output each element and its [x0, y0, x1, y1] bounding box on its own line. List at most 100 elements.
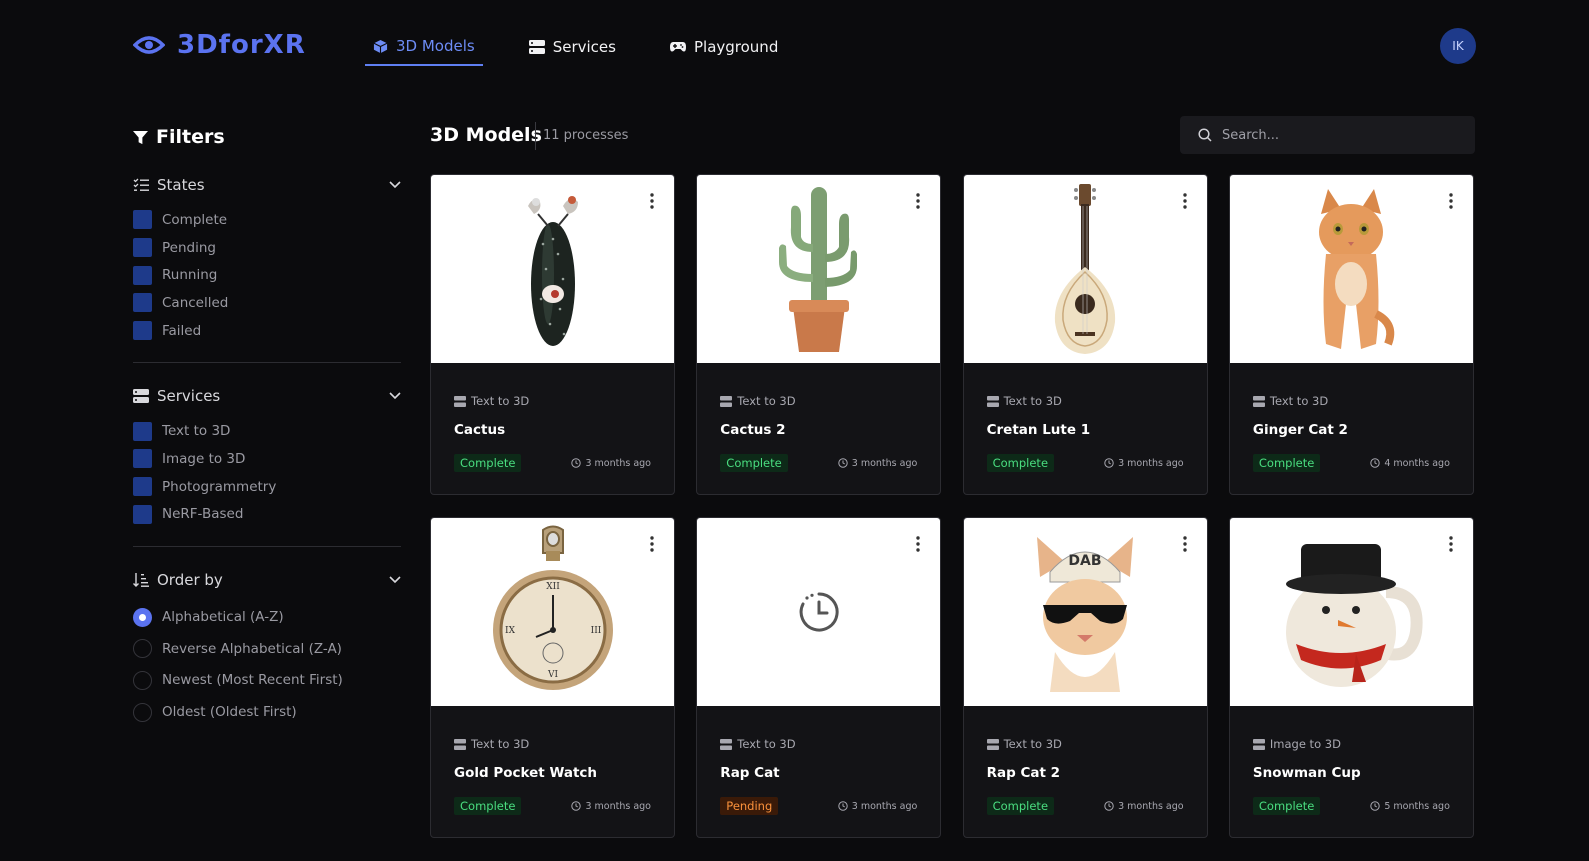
order-option-oldest[interactable]: Oldest (Oldest First): [133, 696, 401, 728]
model-card[interactable]: Image to 3D Snowman Cup Complete 5 month…: [1228, 517, 1474, 838]
state-option-pending[interactable]: Pending: [133, 234, 401, 262]
app-root: 3DforXR 3D Models Services Playground IK…: [0, 0, 1589, 861]
clock-icon: [571, 801, 582, 811]
states-title: States: [157, 176, 205, 194]
filters-heading: Filters: [133, 126, 401, 148]
status-badge: Complete: [986, 797, 1055, 815]
state-option-failed[interactable]: Failed: [133, 317, 401, 345]
more-vertical-icon[interactable]: [1182, 536, 1187, 552]
radio[interactable]: [133, 702, 152, 722]
search-box[interactable]: [1180, 116, 1475, 154]
main-nav: 3D Models Services Playground: [365, 28, 824, 66]
model-name: Ginger Cat 2: [1252, 422, 1348, 438]
model-card[interactable]: Text to 3D Cactus 2 Complete 3 months ag…: [696, 174, 942, 495]
option-label: Oldest (Oldest First): [162, 704, 297, 721]
radio[interactable]: [133, 639, 152, 659]
server-icon: [454, 395, 466, 407]
radio[interactable]: [133, 670, 152, 690]
nav-label: Services: [552, 38, 616, 56]
state-option-running[interactable]: Running: [133, 261, 401, 289]
more-vertical-icon[interactable]: [916, 193, 920, 209]
service-option-image-to-3d[interactable]: Image to 3D: [133, 445, 401, 473]
ginger-cat-image: [1319, 189, 1395, 349]
checkbox[interactable]: [133, 421, 152, 441]
model-card[interactable]: XII III VI IX Text to 3D Gold Pocket Watch …: [430, 517, 675, 838]
order-title: Order by: [157, 571, 223, 590]
service-option-text-to-3d[interactable]: Text to 3D: [133, 417, 401, 445]
checkbox[interactable]: [133, 449, 152, 469]
order-option-alpha-desc[interactable]: Reverse Alphabetical (Z-A): [133, 633, 401, 665]
checkbox[interactable]: [133, 504, 152, 524]
model-card[interactable]: Text to 3D Cactus Complete 3 months ago: [430, 174, 675, 495]
checkbox[interactable]: [133, 210, 152, 230]
svg-text:IX: IX: [505, 626, 516, 636]
checkbox[interactable]: [133, 293, 152, 313]
checkbox[interactable]: [133, 265, 152, 285]
timestamp: 3 months ago: [1104, 801, 1184, 812]
server-icon: [528, 40, 545, 54]
model-thumbnail: [963, 175, 1207, 363]
search-input[interactable]: [1222, 127, 1452, 143]
more-vertical-icon[interactable]: [650, 193, 654, 209]
model-card[interactable]: DAB Text to 3D Rap Cat 2 Complete 3 mont…: [962, 517, 1208, 838]
model-card[interactable]: Text to 3D Ginger Cat 2 Complete 4 month…: [1228, 174, 1474, 495]
service-type: Text to 3D: [720, 736, 917, 752]
more-vertical-icon[interactable]: [1449, 536, 1453, 552]
snowman-cup-image: [1286, 544, 1424, 687]
nav-3d-models[interactable]: 3D Models: [365, 28, 483, 66]
model-name: Rap Cat 2: [986, 765, 1061, 781]
checkbox[interactable]: [133, 238, 152, 258]
time-label: 3 months ago: [851, 800, 918, 812]
service-type: Text to 3D: [1252, 393, 1450, 409]
page-title: 3D Models: [430, 124, 542, 146]
option-label: Text to 3D: [162, 423, 231, 440]
time-label: 5 months ago: [1384, 800, 1450, 812]
order-option-alpha-asc[interactable]: Alphabetical (A-Z): [133, 601, 401, 633]
server-icon: [1252, 738, 1265, 750]
nav-playground[interactable]: Playground: [662, 28, 786, 66]
more-vertical-icon[interactable]: [916, 536, 920, 552]
service-label: Text to 3D: [1003, 394, 1062, 408]
service-label: Text to 3D: [1003, 737, 1062, 751]
model-thumbnail: [1229, 518, 1473, 706]
checkbox[interactable]: [133, 477, 152, 497]
service-option-photogrammetry[interactable]: Photogrammetry: [133, 473, 401, 501]
model-card[interactable]: Text to 3D Cretan Lute 1 Complete 3 mont…: [962, 174, 1208, 495]
service-label: Text to 3D: [471, 737, 530, 751]
service-type: Text to 3D: [454, 393, 651, 409]
order-option-newest[interactable]: Newest (Most Recent First): [133, 665, 401, 697]
order-toggle[interactable]: Order by: [133, 567, 401, 593]
server-icon: [133, 389, 149, 404]
status-badge: Complete: [986, 454, 1055, 472]
option-label: Pending: [162, 239, 216, 256]
server-icon: [454, 738, 466, 750]
svg-text:VI: VI: [546, 670, 557, 680]
states-toggle[interactable]: States: [133, 172, 401, 198]
cap-text: DAB: [1069, 553, 1102, 569]
more-vertical-icon[interactable]: [1449, 193, 1453, 209]
service-option-nerf-based[interactable]: NeRF-Based: [133, 501, 401, 529]
rap-cat-image: DAB: [1037, 537, 1134, 692]
states-section: States Complete Pending Running Cancelle…: [133, 172, 401, 364]
state-option-cancelled[interactable]: Cancelled: [133, 289, 401, 317]
radio-selected[interactable]: [133, 607, 152, 627]
brand-logo[interactable]: 3DforXR: [133, 30, 306, 60]
user-avatar[interactable]: IK: [1440, 28, 1476, 64]
option-label: Failed: [162, 322, 202, 339]
model-card[interactable]: Text to 3D Rap Cat Pending 3 months ago: [696, 517, 942, 838]
time-label: 3 months ago: [851, 457, 918, 469]
nav-services[interactable]: Services: [521, 28, 624, 66]
more-vertical-icon[interactable]: [650, 536, 654, 552]
state-option-complete[interactable]: Complete: [133, 206, 401, 234]
clock-icon: [1370, 801, 1381, 811]
checkbox[interactable]: [133, 321, 152, 341]
gamepad-icon: [669, 42, 686, 52]
timestamp: 3 months ago: [838, 457, 918, 469]
model-thumbnail: [431, 175, 674, 363]
more-vertical-icon[interactable]: [1182, 193, 1187, 209]
services-toggle[interactable]: Services: [133, 383, 401, 409]
status-badge: Complete: [1252, 454, 1321, 472]
eye-logo-icon: [133, 36, 165, 54]
time-label: 4 months ago: [1384, 457, 1450, 469]
timestamp: 3 months ago: [838, 800, 918, 812]
